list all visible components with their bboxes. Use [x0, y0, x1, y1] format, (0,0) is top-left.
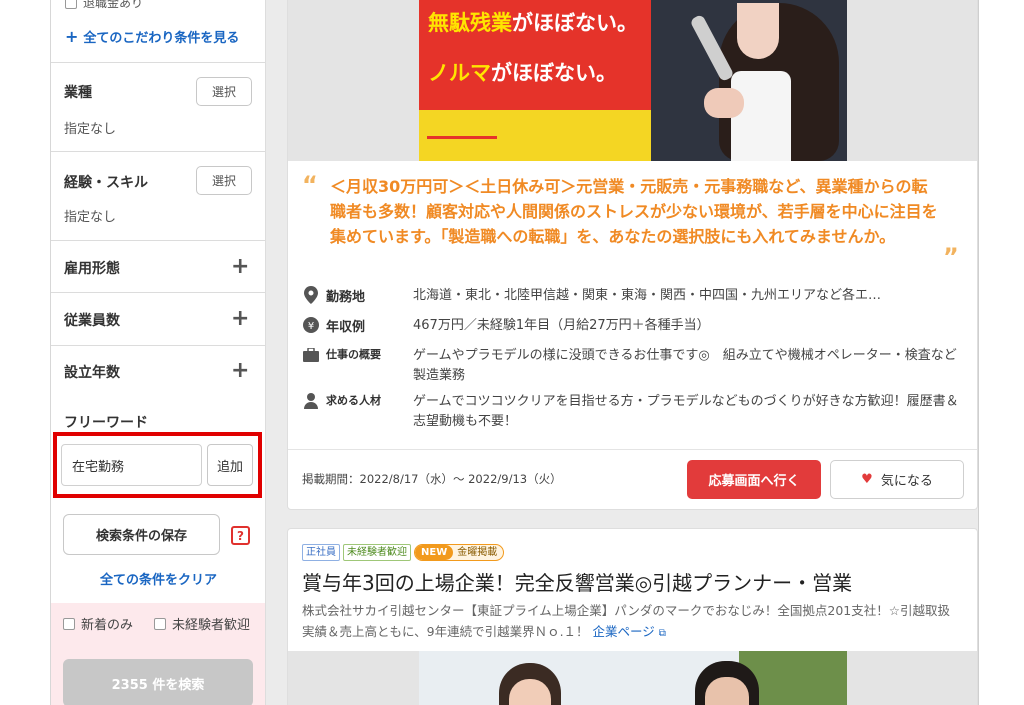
quote-close-icon: ”: [943, 243, 959, 271]
experience-select-button[interactable]: 選択: [196, 166, 252, 195]
banner-headline-1: 無駄残業がほぼない。: [428, 7, 638, 37]
show-all-conditions-label: 全てのこだわり条件を見る: [83, 31, 240, 46]
location-row: 勤務地 北海道・東北・北陸甲信越・関東・東海・関西・中四国・九州エリアなど各エ…: [302, 286, 961, 306]
person-shirt: [731, 71, 791, 161]
option-label: 退職金あり: [83, 0, 144, 10]
person-label: 求める人材: [326, 394, 381, 407]
banner-highlight: ノルマ: [428, 61, 491, 85]
clear-conditions-link[interactable]: 全ての条件をクリア: [51, 569, 265, 588]
job-title-link[interactable]: 賞与年3回の上場企業！完全反響営業◎引越プランナー・営業: [302, 567, 852, 596]
page-margin-right: [978, 0, 1024, 705]
favorite-label: 気になる: [880, 474, 933, 489]
banner-text: がほぼない。: [491, 61, 617, 85]
salary-value: 467万円／未経験1年目（月給27万円＋各種手当）: [413, 318, 710, 333]
freeword-label: フリーワード: [64, 415, 148, 431]
badge-row: 正社員 未経験者歓迎 NEW 金曜掲載: [302, 544, 505, 561]
job-banner-image[interactable]: 無駄残業がほぼない。 ノルマがほぼない。: [419, 0, 847, 161]
person-face: [705, 677, 749, 705]
person-face: [737, 3, 779, 59]
employees-label[interactable]: 従業員数: [64, 310, 120, 330]
salary-row: ¥ 年収例 467万円／未経験1年目（月給27万円＋各種手当）: [302, 316, 961, 336]
expand-plus-icon[interactable]: +: [231, 256, 249, 278]
divider: [288, 449, 977, 450]
map-pin-icon: [302, 286, 320, 304]
badge-regular: 正社員: [302, 544, 340, 561]
heart-icon: ♥: [861, 472, 873, 487]
industry-value: 指定なし: [64, 122, 117, 137]
freeword-add-button[interactable]: 追加: [207, 444, 253, 486]
save-conditions-button[interactable]: 検索条件の保存: [63, 514, 220, 555]
badge-new-friday: NEW 金曜掲載: [414, 544, 505, 561]
location-label: 勤務地: [326, 290, 366, 305]
new-only-label: 新着のみ: [81, 618, 134, 633]
divider: [51, 240, 265, 241]
inexperienced-label: 未経験者歓迎: [172, 618, 251, 633]
person-icon: [302, 392, 320, 410]
company-description: 株式会社サカイ引越センター【東証プライム上場企業】パンダのマークでおなじみ！全国…: [302, 600, 962, 644]
option-retirement[interactable]: 退職金あり: [65, 0, 143, 11]
inexperienced-checkbox[interactable]: 未経験者歓迎: [154, 614, 250, 633]
new-only-checkbox[interactable]: 新着のみ: [63, 614, 133, 633]
search-button[interactable]: 2355 件を検索: [63, 659, 253, 705]
person-row: 求める人材 ゲームでコツコツクリアを目指せる方・プラモデルなどものづくりが好きな…: [302, 392, 961, 432]
expand-plus-icon[interactable]: +: [231, 360, 249, 382]
person-value: ゲームでコツコツクリアを目指せる方・プラモデルなどものづくりが好きな方歓迎！履歴…: [413, 394, 959, 429]
divider: [51, 292, 265, 293]
job-photo[interactable]: [419, 651, 847, 705]
quote-open-icon: “: [302, 171, 318, 199]
freeword-input[interactable]: 在宅勤務: [61, 444, 202, 486]
badge-inexperienced: 未経験者歓迎: [343, 544, 411, 561]
employment-type-label[interactable]: 雇用形態: [64, 258, 120, 278]
checkbox-icon[interactable]: [154, 617, 166, 630]
divider: [51, 345, 265, 346]
founded-label[interactable]: 設立年数: [64, 362, 120, 382]
divider: [51, 151, 265, 152]
help-icon[interactable]: ?: [231, 526, 250, 545]
external-link-icon: ⧉: [658, 628, 666, 639]
job-card: 正社員 未経験者歓迎 NEW 金曜掲載 賞与年3回の上場企業！完全反響営業◎引越…: [287, 528, 978, 705]
experience-label: 経験・スキル: [64, 175, 148, 191]
banner-highlight: 無駄残業: [428, 11, 512, 35]
banner-text: がほぼない。: [512, 11, 638, 35]
badge-new: NEW: [415, 545, 454, 560]
badge-friday: 金曜掲載: [457, 547, 498, 558]
salary-label: 年収例: [326, 320, 366, 335]
work-row: 仕事の概要 ゲームやプラモデルの様に没頭できるお仕事です◎ 組み立てや機械オペレ…: [302, 346, 961, 386]
job-card: 無駄残業がほぼない。 ノルマがほぼない。 “ ＜月収30万円可＞＜土日休み可＞元…: [287, 0, 978, 510]
company-page-label: 企業ページ: [592, 624, 655, 639]
divider: [51, 62, 265, 63]
work-label: 仕事の概要: [326, 348, 381, 361]
industry-label: 業種: [64, 85, 92, 101]
company-page-link[interactable]: 企業ページ ⧉: [593, 624, 666, 639]
industry-select-button[interactable]: 選択: [196, 77, 252, 106]
search-sidebar: 退職金あり + 全てのこだわり条件を見る 業種 選択 指定なし 経験・スキル 選…: [51, 0, 266, 705]
decor-bar: [427, 136, 497, 139]
banner-headline-2: ノルマがほぼない。: [428, 57, 617, 87]
briefcase-icon: [302, 346, 320, 364]
yen-icon: ¥: [302, 316, 320, 334]
page-margin-left: [0, 0, 50, 705]
posting-period: 掲載期間：2022/8/17（水）～ 2022/9/13（火）: [302, 472, 562, 486]
expand-plus-icon[interactable]: +: [231, 308, 249, 330]
work-value: ゲームやプラモデルの様に没頭できるお仕事です◎ 組み立てや機械オペレーター・検査…: [413, 348, 957, 383]
checkbox-icon[interactable]: [63, 617, 75, 630]
catch-copy: ＜月収30万円可＞＜土日休み可＞元営業・元販売・元事務職など、異業種からの転職者…: [330, 177, 938, 246]
person-hand: [704, 88, 744, 118]
show-all-conditions-link[interactable]: + 全てのこだわり条件を見る: [65, 27, 239, 46]
favorite-button[interactable]: ♥ 気になる: [830, 460, 964, 499]
checkbox-icon[interactable]: [65, 0, 77, 9]
apply-button[interactable]: 応募画面へ行く: [687, 460, 821, 499]
plus-icon: +: [65, 27, 79, 46]
location-value: 北海道・東北・北陸甲信越・関東・東海・関西・中四国・九州エリアなど各エ…: [413, 288, 882, 303]
svg-text:¥: ¥: [308, 321, 314, 332]
experience-value: 指定なし: [64, 210, 117, 225]
